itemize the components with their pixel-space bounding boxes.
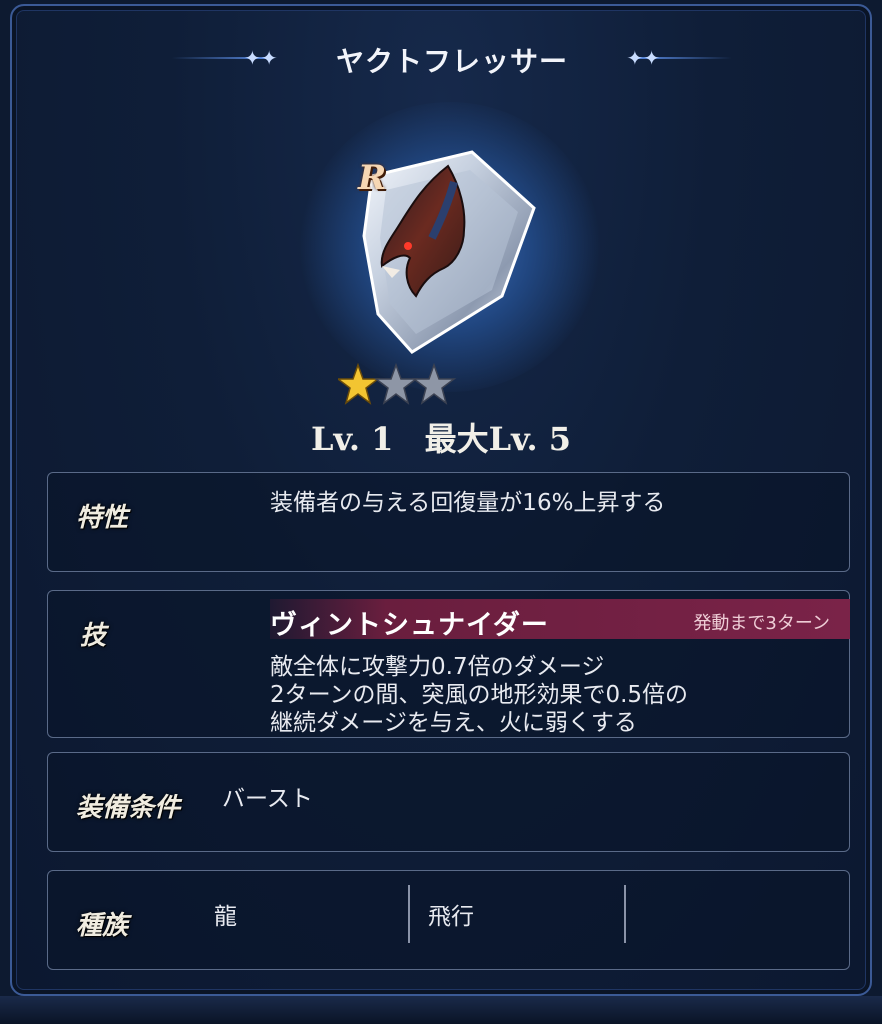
- race-value: 飛行: [428, 904, 474, 930]
- skill-line: 敵全体に攻撃力0.7倍のダメージ: [270, 654, 605, 680]
- max-level: 最大Lv. 5: [424, 420, 571, 458]
- skill-label: 技: [80, 621, 107, 651]
- race-value: 龍: [214, 904, 237, 930]
- equip-condition-label: 装備条件: [76, 793, 181, 823]
- skill-header: ヴィントシュナイダー 発動まで3ターン: [270, 599, 850, 641]
- skill-line: 継続ダメージを与え、火に弱くする: [270, 710, 637, 736]
- race-divider: [408, 885, 410, 943]
- equip-condition-value: バースト: [222, 786, 313, 812]
- equip-condition-box: 装備条件 バースト: [47, 752, 850, 852]
- star-icon: [411, 362, 457, 405]
- rarity-badge: R: [358, 158, 387, 198]
- trait-box: 特性 装備者の与える回復量が16%上昇する: [47, 472, 850, 572]
- current-level: Lv. 1: [311, 420, 394, 458]
- page-title: ヤクトフレッサー: [335, 45, 568, 78]
- title-bar: ✦✦ ✦✦ ヤクトフレッサー: [162, 30, 742, 86]
- star-icon: [338, 362, 381, 405]
- skill-timing: 発動まで3ターン: [693, 613, 830, 634]
- trait-text: 装備者の与える回復量が16%上昇する: [270, 490, 666, 516]
- star-rating: [338, 362, 457, 405]
- race-label: 種族: [76, 911, 129, 941]
- bottom-bar: [0, 996, 882, 1024]
- item-detail-panel: ✦✦ ✦✦ ヤクトフレッサー R Lv. 1 最大Lv. 5 特性 装備者の与え…: [10, 4, 872, 996]
- level-info: Lv. 1 最大Lv. 5: [12, 414, 870, 460]
- skill-line: 2ターンの間、突風の地形効果で0.5倍の: [270, 682, 689, 708]
- skill-box: 技 ヴィントシュナイダー 発動まで3ターン 敵全体に攻撃力0.7倍のダメージ 2…: [47, 590, 850, 738]
- skill-description: 敵全体に攻撃力0.7倍のダメージ 2ターンの間、突風の地形効果で0.5倍の 継続…: [270, 653, 688, 737]
- trait-label: 特性: [76, 503, 129, 533]
- star-icon: [373, 362, 419, 405]
- screen: ✦✦ ✦✦ ヤクトフレッサー R Lv. 1 最大Lv. 5 特性 装備者の与え…: [0, 0, 882, 1024]
- race-box: 種族 龍 飛行: [47, 870, 850, 970]
- race-divider: [624, 885, 626, 943]
- skill-name: ヴィントシュナイダー: [270, 610, 549, 641]
